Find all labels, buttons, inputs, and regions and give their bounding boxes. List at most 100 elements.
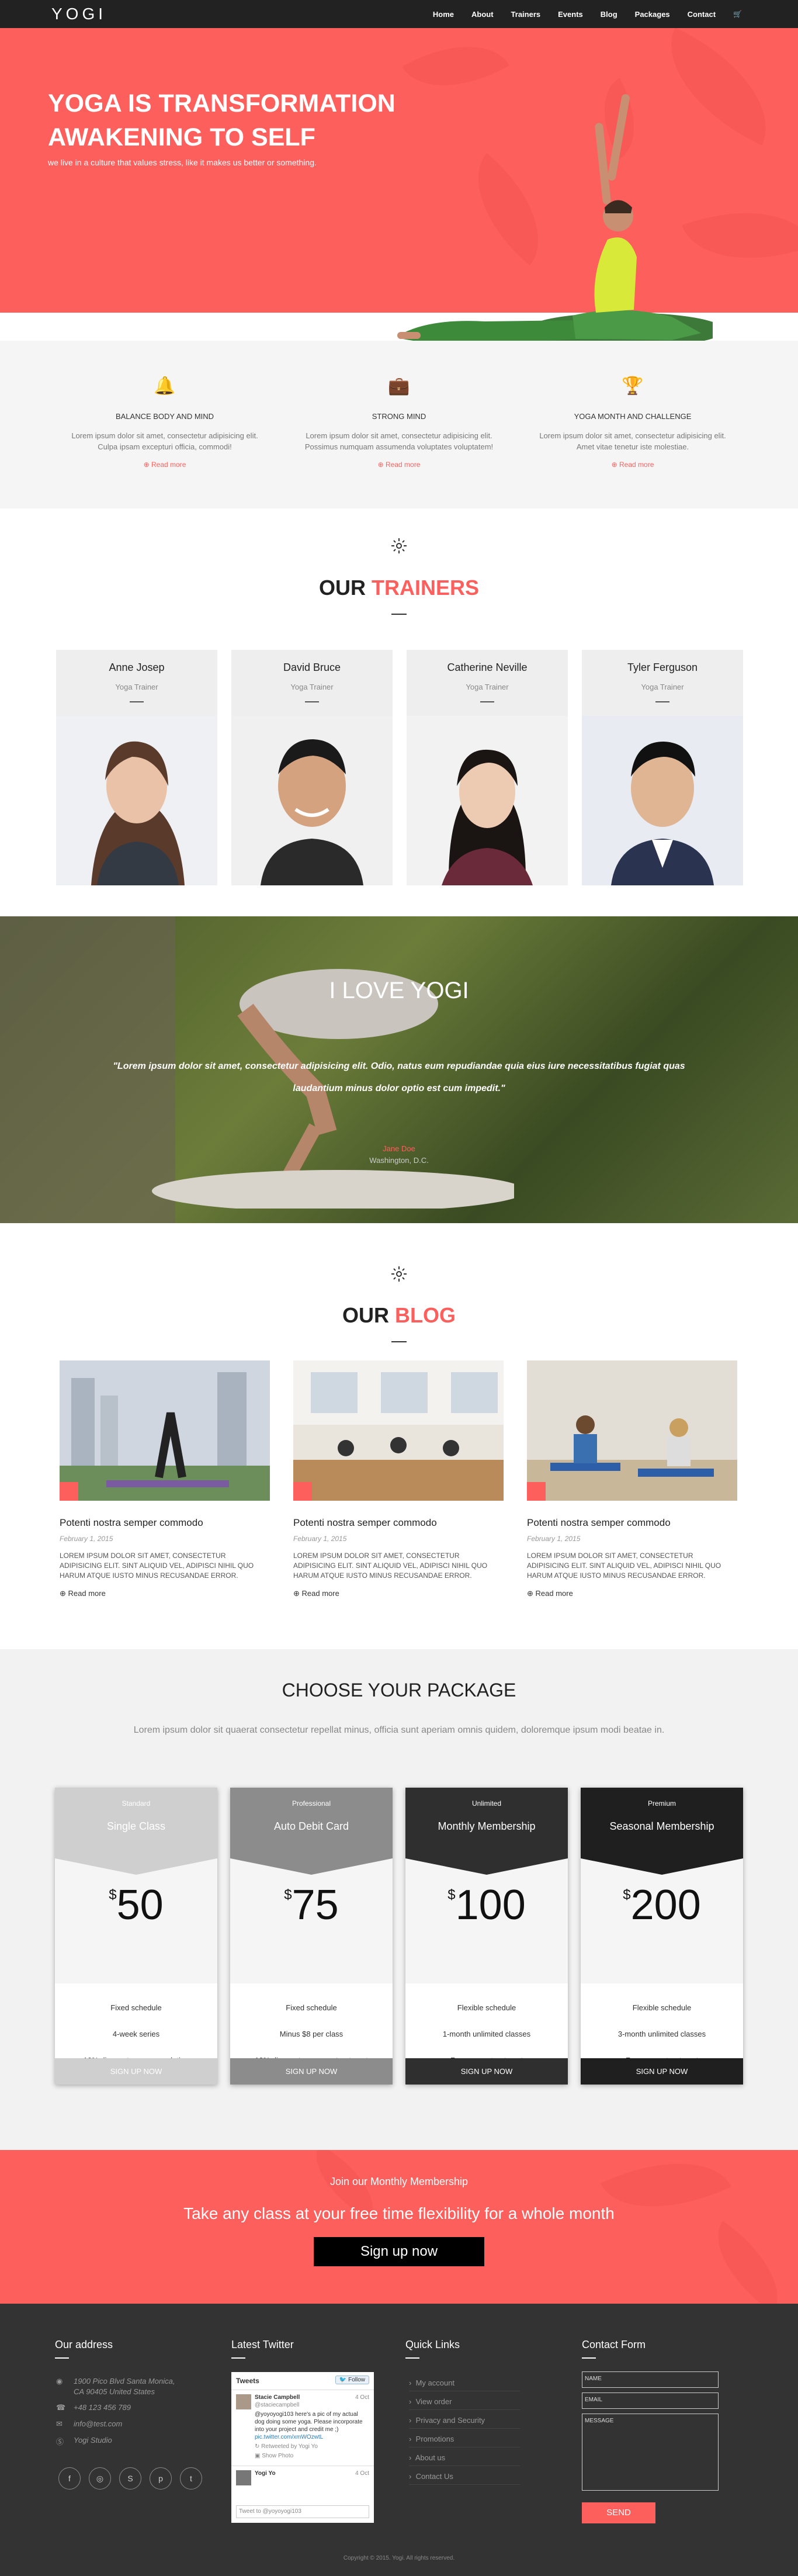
bell-icon: 🔔 — [154, 376, 176, 396]
nav-contact[interactable]: Contact — [688, 10, 716, 19]
name-input[interactable]: NAME — [582, 2371, 719, 2388]
dribbble-icon[interactable]: ◎ — [89, 2467, 111, 2490]
trainer-card[interactable]: Tyler Ferguson Yoga Trainer — [582, 650, 743, 885]
tweet-to-input[interactable]: Tweet to @yoyoyogi103 — [236, 2505, 369, 2518]
blog-read-more[interactable]: ⊕ Read more — [527, 1589, 737, 1598]
cart-icon[interactable]: 🛒 — [733, 10, 742, 18]
trainer-card[interactable]: Anne Josep Yoga Trainer — [56, 650, 217, 885]
nav-trainers[interactable]: Trainers — [511, 10, 541, 19]
feature-text: Lorem ipsum dolor sit amet, consectetur … — [304, 431, 494, 451]
trainer-name: Catherine Neville — [447, 662, 528, 673]
tweet-author[interactable]: Stacie Campbell — [255, 2394, 300, 2401]
hero-subtitle: we live in a culture that values stress,… — [48, 158, 317, 167]
trainer-photo — [56, 716, 217, 885]
show-photo-link[interactable]: ▣ Show Photo — [255, 2453, 293, 2459]
footer-links-title: Quick Links — [405, 2339, 460, 2350]
quick-link[interactable]: › Contact Us — [409, 2472, 520, 2485]
plan-price: $200 — [581, 1855, 743, 1983]
trainer-card[interactable]: David Bruce Yoga Trainer — [231, 650, 393, 885]
divider — [582, 2357, 596, 2359]
feature-item: 🏆 YOGA MONTH AND CHALLENGE Lorem ipsum d… — [533, 376, 732, 469]
post-tag-icon — [527, 1482, 546, 1501]
feature-title: BALANCE BODY AND MIND — [115, 412, 214, 421]
blog-title: OUR BLOG — [342, 1303, 456, 1327]
plan-name: Auto Debit Card — [273, 1820, 349, 1832]
plan-features: Fixed schedule4-week series10% discount … — [55, 1983, 217, 2065]
divider — [405, 2357, 419, 2359]
twitter-icon[interactable]: t — [180, 2467, 202, 2490]
pricing-plan: Unlimited Monthly Membership $100 Flexib… — [405, 1788, 568, 2085]
blog-post: Potenti nostra semper commodo February 1… — [293, 1360, 504, 1598]
tweets-label: Tweets — [236, 2377, 259, 2385]
quick-link[interactable]: › View order — [409, 2397, 520, 2410]
footer-address: 1900 Pico Blvd Santa Monica, CA 90405 Uni… — [74, 2377, 175, 2396]
footer: Our address ◉ 1900 Pico Blvd Santa Monic… — [0, 2304, 798, 2576]
feature-read-more[interactable]: ⊕ Read more — [533, 461, 732, 469]
cta-signup-button[interactable]: Sign up now — [314, 2237, 484, 2266]
quick-link[interactable]: › About us — [409, 2453, 520, 2466]
leaf-decoration — [696, 2221, 798, 2304]
feature-read-more[interactable]: ⊕ Read more — [300, 461, 498, 469]
plan-price: $75 — [230, 1855, 393, 1983]
divider — [231, 2357, 245, 2359]
plan-name: Monthly Membership — [438, 1820, 536, 1832]
quick-link[interactable]: › Privacy and Security — [409, 2416, 520, 2429]
blog-post-image[interactable] — [527, 1360, 737, 1501]
leaf-decoration — [601, 2150, 731, 2236]
plan-name: Seasonal Membership — [609, 1820, 714, 1832]
testimonial-section: I LOVE YOGI "Lorem ipsum dolor sit amet,… — [0, 916, 798, 1223]
plan-features: Flexible schedule 3-month unlimited class… — [581, 1983, 743, 2065]
blog-post-date: February 1, 2015 — [293, 1535, 347, 1543]
nav-about[interactable]: About — [471, 10, 494, 19]
blog-post-image[interactable] — [60, 1360, 270, 1501]
message-textarea[interactable]: MESSAGE — [582, 2414, 719, 2491]
email-input[interactable]: EMAIL — [582, 2393, 719, 2409]
plan-signup-button[interactable]: SIGN UP NOW — [230, 2058, 393, 2085]
blog-post-title[interactable]: Potenti nostra semper commodo — [60, 1517, 270, 1529]
lotus-icon — [391, 1266, 407, 1282]
quick-link[interactable]: › My account — [409, 2378, 520, 2391]
trainer-role: Yoga Trainer — [115, 683, 158, 691]
divider — [130, 701, 144, 702]
nav-events[interactable]: Events — [558, 10, 583, 19]
blog-post: Potenti nostra semper commodo February 1… — [60, 1360, 270, 1598]
blog-post-date: February 1, 2015 — [60, 1535, 113, 1543]
feature-item: 💼 STRONG MIND Lorem ipsum dolor sit amet… — [300, 376, 498, 469]
pricing-plan: Premium Seasonal Membership $200 Flexibl… — [581, 1788, 743, 2085]
blog-read-more[interactable]: ⊕ Read more — [60, 1589, 270, 1598]
nav-packages[interactable]: Packages — [635, 10, 670, 19]
feature-title: STRONG MIND — [372, 412, 426, 421]
trainer-card[interactable]: Catherine Neville Yoga Trainer — [407, 650, 568, 885]
tweet-handle[interactable]: @staciecampbell — [255, 2402, 299, 2408]
facebook-icon[interactable]: f — [58, 2467, 81, 2490]
twitter-follow-button[interactable]: 🐦 Follow — [335, 2376, 369, 2384]
tweet-author[interactable]: Yogi Yo — [255, 2470, 276, 2477]
plan-signup-button[interactable]: SIGN UP NOW — [405, 2058, 568, 2085]
cta-small-text: Join our Monthly Membership — [329, 2176, 469, 2187]
footer-email[interactable]: info@test.com — [74, 2419, 122, 2428]
blog-post-title[interactable]: Potenti nostra semper commodo — [293, 1517, 504, 1529]
plan-tier: Unlimited — [471, 1799, 501, 1808]
quick-link[interactable]: › Promotions — [409, 2435, 520, 2447]
testimonial-location: Washington, D.C. — [369, 1156, 429, 1165]
feature-read-more[interactable]: ⊕ Read more — [65, 461, 264, 469]
hero-yoga-figure — [397, 94, 713, 348]
pinterest-icon[interactable]: p — [150, 2467, 172, 2490]
plan-header: Standard Single Class — [55, 1788, 217, 1855]
blog-post-title[interactable]: Potenti nostra semper commodo — [527, 1517, 737, 1529]
site-logo[interactable]: YOGI — [51, 5, 106, 23]
blog-read-more[interactable]: ⊕ Read more — [293, 1589, 504, 1598]
plan-tier: Standard — [122, 1799, 151, 1808]
blog-post-image[interactable] — [293, 1360, 504, 1501]
send-button[interactable]: SEND — [582, 2502, 655, 2523]
nav-home[interactable]: Home — [433, 10, 454, 19]
skype-social-icon[interactable]: S — [119, 2467, 141, 2490]
plan-signup-button[interactable]: SIGN UP NOW — [581, 2058, 743, 2085]
title-underline — [391, 614, 407, 615]
avatar — [236, 2394, 251, 2409]
tweet-text: @yoyoyogi103 here's a pic of my actual do… — [255, 2411, 363, 2440]
plan-signup-button[interactable]: SIGN UP NOW — [55, 2058, 217, 2085]
tweet-date: 4 Oct — [355, 2470, 369, 2477]
nav-blog[interactable]: Blog — [601, 10, 617, 19]
plan-header: Professional Auto Debit Card — [230, 1788, 393, 1855]
